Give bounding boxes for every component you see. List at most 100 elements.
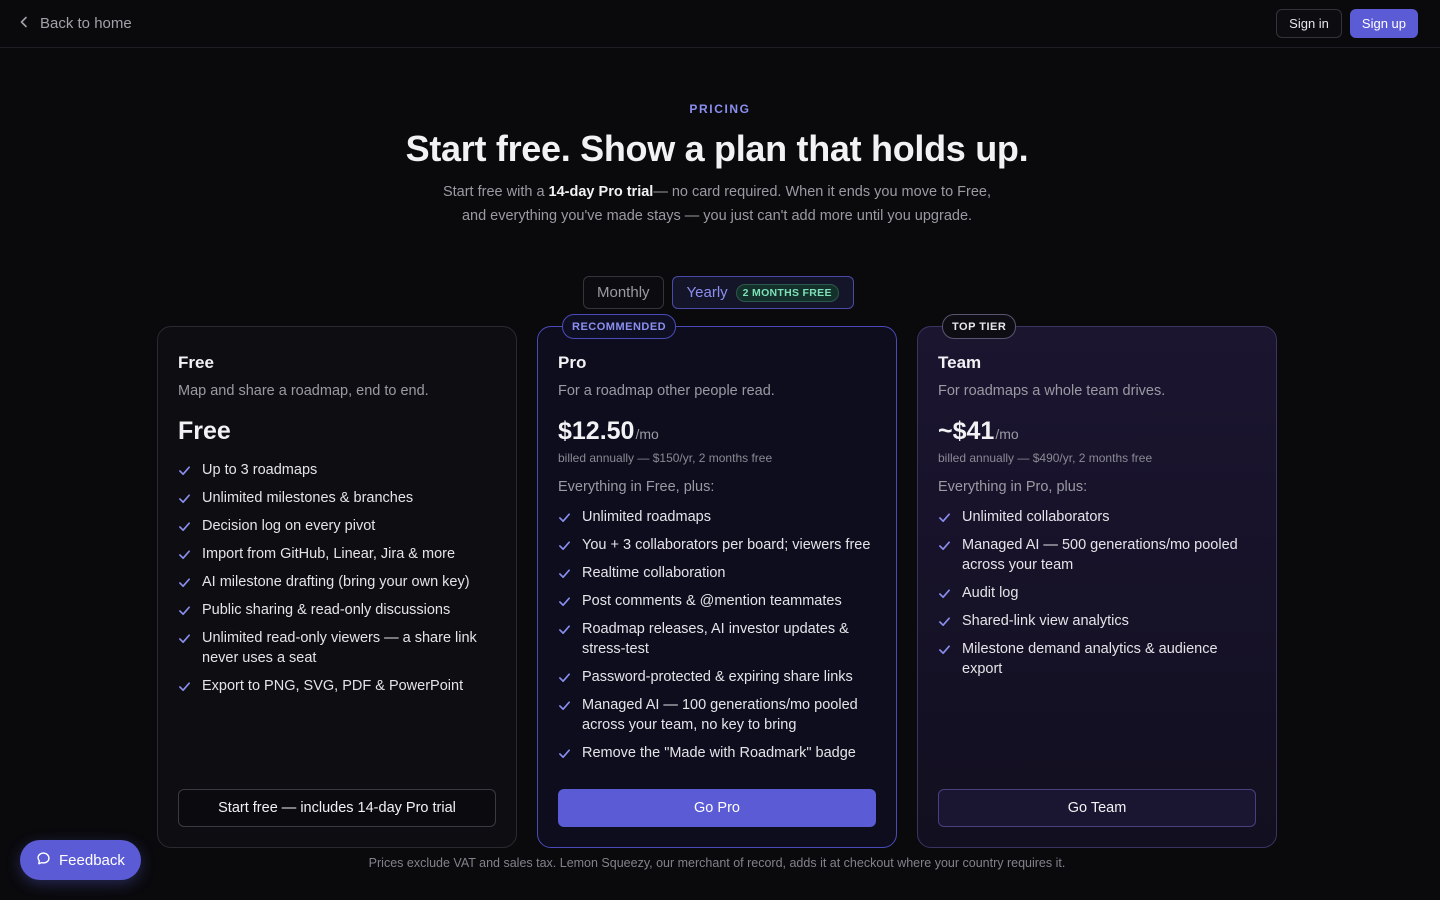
feature-item: Milestone demand analytics & audience ex…: [938, 639, 1256, 679]
check-icon: [178, 544, 192, 564]
subtitle-prefix: Start free with a: [442, 184, 549, 200]
feature-text: Shared-link view analytics: [962, 613, 1129, 629]
check-icon: [558, 667, 572, 687]
billing-note: billed annually — $490/yr, 2 months free: [938, 451, 1153, 465]
includes-heading: Everything in Free, plus:: [558, 479, 715, 495]
feature-text: Unlimited milestones & branches: [202, 490, 414, 506]
subtitle-trial-emphasis: 14-day Pro trial: [548, 184, 654, 200]
includes-heading: Everything in Pro, plus:: [938, 479, 1088, 495]
top-bar: Back to home Sign in Sign up: [0, 0, 1440, 48]
check-icon: [178, 572, 192, 592]
feature-text: Password-protected & expiring share link…: [582, 669, 853, 685]
feature-text: Post comments & @mention teammates: [582, 593, 842, 609]
feature-item: You + 3 collaborators per board; viewers…: [558, 535, 876, 555]
recommended-badge: RECOMMENDED: [562, 314, 677, 339]
feature-text: Up to 3 roadmaps: [202, 462, 318, 478]
plan-name: Pro: [558, 353, 587, 372]
check-icon: [558, 535, 572, 555]
auth-buttons: Sign in Sign up: [1276, 9, 1418, 38]
feature-text: Export to PNG, SVG, PDF & PowerPoint: [202, 678, 464, 694]
top-tier-badge: TOP TIER: [942, 314, 1017, 339]
check-icon: [938, 611, 952, 631]
feature-text: Unlimited read-only viewers — a share li…: [202, 630, 477, 666]
check-icon: [178, 628, 192, 648]
hero-subtitle: Start free with a 14-day Pro trial— no c…: [0, 180, 1434, 228]
check-icon: [558, 695, 572, 715]
feature-list: Up to 3 roadmaps Unlimited milestones & …: [178, 460, 496, 696]
plan-price: $12.50/mo: [558, 417, 876, 446]
feature-text: AI milestone drafting (bring your own ke…: [202, 574, 470, 590]
feature-item: Up to 3 roadmaps: [178, 460, 496, 480]
check-icon: [938, 639, 952, 659]
feature-list: Unlimited collaborators Managed AI — 500…: [938, 507, 1256, 679]
feature-item: Remove the "Made with Roadmark" badge: [558, 743, 876, 763]
feature-item: Export to PNG, SVG, PDF & PowerPoint: [178, 676, 496, 696]
feature-text: You + 3 collaborators per board; viewers…: [582, 537, 871, 553]
feature-text: Decision log on every pivot: [202, 518, 376, 534]
feedback-button[interactable]: Feedback: [20, 840, 141, 880]
feature-text: Unlimited roadmaps: [582, 509, 711, 525]
check-icon: [938, 583, 952, 603]
check-icon: [178, 516, 192, 536]
subtitle-line1-rest: — no card required. When it ends you mov…: [653, 184, 992, 200]
feature-item: Import from GitHub, Linear, Jira & more: [178, 544, 496, 564]
chevron-left-icon: [18, 15, 30, 32]
plan-name: Team: [938, 353, 982, 372]
feature-text: Roadmap releases, AI investor updates & …: [582, 621, 849, 657]
feature-item: Roadmap releases, AI investor updates & …: [558, 619, 876, 659]
plan-name: Free: [178, 353, 214, 372]
feature-item: Audit log: [938, 583, 1256, 603]
plan-description: For a roadmap other people read.: [558, 383, 775, 399]
sign-up-button[interactable]: Sign up: [1349, 9, 1418, 38]
billing-toggle: Monthly Yearly 2 MONTHS FREE: [583, 276, 854, 309]
plan-description: For roadmaps a whole team drives.: [938, 383, 1166, 399]
feature-item: Managed AI — 500 generations/mo pooled a…: [938, 535, 1256, 575]
yearly-toggle-button[interactable]: Yearly 2 MONTHS FREE: [671, 276, 854, 309]
plan-price: ~$41/mo: [938, 417, 1256, 446]
feature-item: Unlimited roadmaps: [558, 507, 876, 527]
price-amount: Free: [178, 417, 231, 445]
feature-text: Remove the "Made with Roadmark" badge: [582, 745, 856, 761]
feature-item: AI milestone drafting (bring your own ke…: [178, 572, 496, 592]
yearly-label: Yearly: [686, 284, 728, 301]
feature-text: Realtime collaboration: [582, 565, 726, 581]
check-icon: [558, 743, 572, 763]
feature-item: Post comments & @mention teammates: [558, 591, 876, 611]
check-icon: [178, 676, 192, 696]
feature-item: Unlimited milestones & branches: [178, 488, 496, 508]
feature-list: Unlimited roadmaps You + 3 collaborators…: [558, 507, 876, 763]
monthly-toggle-button[interactable]: Monthly: [583, 276, 664, 309]
billing-note: billed annually — $150/yr, 2 months free: [558, 451, 773, 465]
feature-text: Import from GitHub, Linear, Jira & more: [202, 546, 456, 562]
feature-item: Shared-link view analytics: [938, 611, 1256, 631]
feature-item: Unlimited collaborators: [938, 507, 1256, 527]
plan-card-pro: RECOMMENDED Pro For a roadmap other peop…: [537, 314, 897, 848]
plan-price: Free: [178, 417, 496, 446]
feature-item: Decision log on every pivot: [178, 516, 496, 536]
price-amount: ~$41: [938, 417, 995, 445]
price-period: /mo: [995, 426, 1019, 442]
feature-text: Managed AI — 500 generations/mo pooled a…: [962, 537, 1238, 573]
check-icon: [178, 600, 192, 620]
back-to-home-link[interactable]: Back to home: [18, 15, 132, 32]
sign-in-button[interactable]: Sign in: [1276, 9, 1342, 38]
start-free-button[interactable]: Start free — includes 14-day Pro trial: [178, 789, 496, 827]
check-icon: [178, 488, 192, 508]
go-team-button[interactable]: Go Team: [938, 789, 1256, 827]
price-amount: $12.50: [558, 417, 635, 445]
check-icon: [558, 563, 572, 583]
feature-item: Managed AI — 100 generations/mo pooled a…: [558, 695, 876, 735]
check-icon: [558, 591, 572, 611]
months-free-badge: 2 MONTHS FREE: [735, 283, 839, 302]
feature-item: Realtime collaboration: [558, 563, 876, 583]
go-pro-button[interactable]: Go Pro: [558, 789, 876, 827]
feedback-label: Feedback: [59, 851, 125, 869]
check-icon: [558, 507, 572, 527]
subtitle-line2: and everything you've made stays — you j…: [461, 208, 973, 224]
pricing-eyebrow: PRICING: [689, 102, 751, 116]
price-period: /mo: [635, 426, 659, 442]
back-label: Back to home: [40, 15, 132, 32]
plan-card-free: Free Map and share a roadmap, end to end…: [157, 326, 517, 848]
chat-bubble-icon: [36, 851, 51, 870]
feature-text: Unlimited collaborators: [962, 509, 1110, 525]
